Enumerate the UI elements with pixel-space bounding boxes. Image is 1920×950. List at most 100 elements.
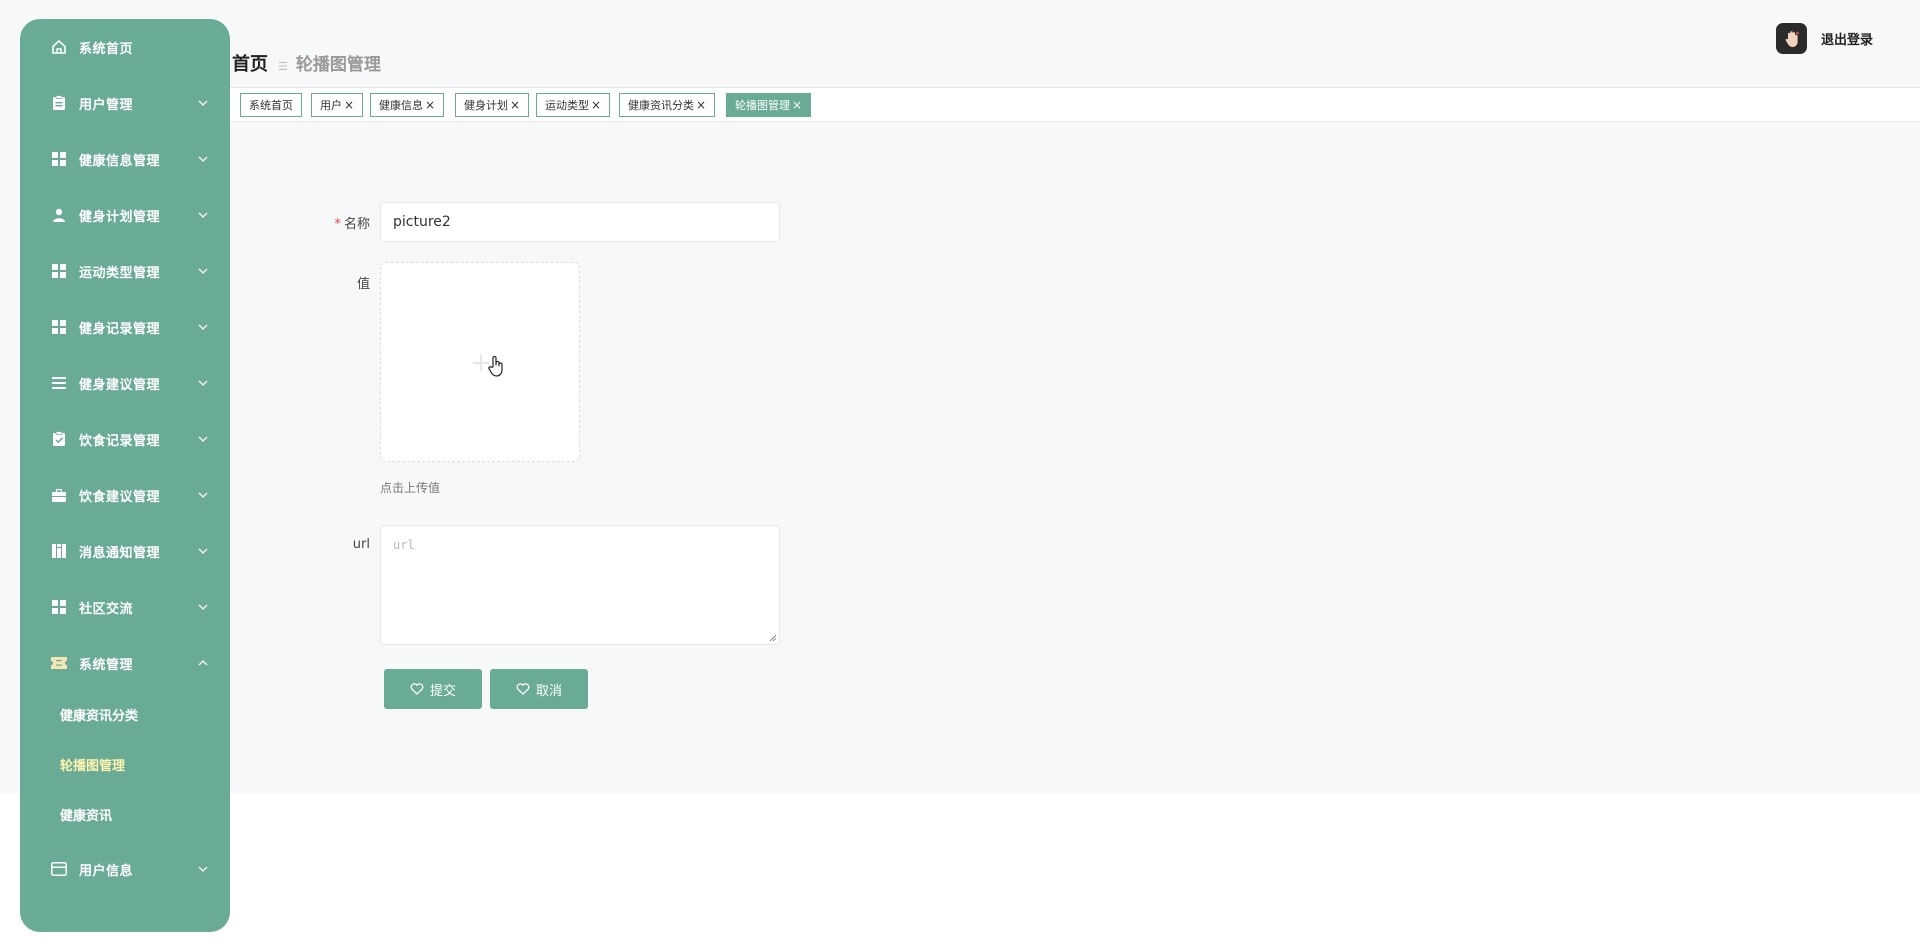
sidebar-subitem-label: 健康资讯分类 (60, 708, 139, 724)
tag-label: 健康信息 (379, 99, 423, 112)
breadcrumb-home[interactable]: 首页 (232, 50, 268, 76)
value-field-label: 值 (356, 277, 370, 292)
sidebar-item-label: 用户信息 (79, 863, 134, 879)
submit-button[interactable]: 提交 (384, 669, 482, 709)
upload-tip: 点击上传值 (380, 481, 441, 495)
breadcrumb-current: 轮播图管理 (295, 55, 381, 75)
breadcrumb: 首页 ☰ 轮播图管理 (232, 50, 381, 76)
sidebar-item-notifications[interactable]: 消息通知管理 (20, 531, 230, 571)
sidebar-item-user-info[interactable]: 用户信息 (20, 849, 230, 889)
logout-button[interactable]: 退出登录 (1776, 23, 1873, 54)
tag-carousel-management[interactable]: 轮播图管理 × (726, 93, 812, 117)
tag-label: 轮播图管理 (735, 99, 790, 112)
chevron-down-icon (198, 212, 208, 218)
tag-home[interactable]: 系统首页 (240, 93, 302, 117)
tag-user[interactable]: 用户 × (311, 93, 364, 117)
sidebar-item-user-management[interactable]: 用户管理 (20, 83, 230, 123)
chevron-down-icon (198, 548, 208, 554)
resize-grip-icon[interactable] (769, 634, 777, 642)
home-icon (51, 39, 67, 55)
close-icon[interactable]: × (591, 99, 601, 111)
submit-label: 提交 (429, 683, 456, 699)
name-input[interactable]: picture2 (380, 202, 780, 242)
sidebar-item-label: 健身记录管理 (79, 321, 161, 337)
name-input-value: picture2 (393, 214, 451, 230)
chevron-down-icon (198, 866, 208, 872)
sidebar: 系统首页 用户管理 健康信息管理 健身计划管理 运动类型管理 健身记录管理 健身… (20, 19, 230, 932)
sidebar-item-fitness-advice[interactable]: 健身建议管理 (20, 363, 230, 403)
tag-label: 系统首页 (249, 99, 293, 112)
tags-bar: 系统首页 用户 × 健康信息 × 健身计划 × 运动类型 × 健康资讯分类 × 轮播图管理… (230, 87, 1920, 122)
tag-fitness-plan[interactable]: 健身计划 × (455, 93, 530, 117)
tag-exercise-type[interactable]: 运动类型 × (536, 93, 611, 117)
chevron-down-icon (198, 436, 208, 442)
sidebar-item-fitness-record[interactable]: 健身记录管理 (20, 307, 230, 347)
tag-label: 运动类型 (545, 99, 589, 112)
list-icon (51, 375, 67, 391)
grid-icon (51, 319, 67, 335)
sidebar-item-label: 健身建议管理 (79, 377, 161, 393)
tag-health-info[interactable]: 健康信息 × (370, 93, 445, 117)
chevron-down-icon (198, 380, 208, 386)
avatar (1776, 23, 1807, 54)
clipboard-check-icon (51, 431, 67, 447)
chevron-down-icon (198, 604, 208, 610)
logout-label: 退出登录 (1821, 33, 1874, 48)
name-field-label: * 名称 (334, 217, 370, 232)
close-icon[interactable]: × (510, 99, 520, 111)
image-upload-area[interactable] (380, 262, 580, 462)
close-icon[interactable]: × (425, 99, 435, 111)
close-icon[interactable]: × (792, 99, 802, 111)
grid-icon (51, 599, 67, 615)
grid-icon (51, 263, 67, 279)
cancel-button[interactable]: 取消 (490, 669, 588, 709)
heart-icon (516, 682, 530, 696)
sidebar-item-label: 饮食记录管理 (79, 433, 161, 449)
url-textarea[interactable]: url (380, 525, 780, 645)
url-placeholder: url (393, 538, 415, 552)
chevron-down-icon (198, 100, 208, 106)
sidebar-item-community[interactable]: 社区交流 (20, 587, 230, 627)
sidebar-item-home[interactable]: 系统首页 (20, 27, 230, 67)
sidebar-subitem-label: 健康资讯 (60, 808, 113, 824)
chevron-down-icon (198, 156, 208, 162)
chevron-down-icon (198, 268, 208, 274)
sidebar-item-label: 系统管理 (79, 657, 134, 673)
grid-icon (51, 151, 67, 167)
sidebar-item-system-management[interactable]: 系统管理 (20, 643, 230, 683)
sidebar-item-label: 社区交流 (79, 601, 134, 617)
hand-cursor-icon (488, 356, 503, 377)
sidebar-item-fitness-plan[interactable]: 健身计划管理 (20, 195, 230, 235)
tag-health-news-category[interactable]: 健康资讯分类 × (619, 93, 716, 117)
tag-label: 健康资讯分类 (628, 99, 694, 112)
chevron-up-icon (198, 660, 208, 666)
sidebar-item-label: 用户管理 (79, 97, 134, 113)
tag-label: 健身计划 (464, 99, 508, 112)
sidebar-item-health-info[interactable]: 健康信息管理 (20, 139, 230, 179)
sidebar-item-diet-advice[interactable]: 饮食建议管理 (20, 475, 230, 515)
heart-icon (410, 682, 424, 696)
chevron-down-icon (198, 492, 208, 498)
sidebar-item-label: 健身计划管理 (79, 209, 161, 225)
close-icon[interactable]: × (696, 99, 706, 111)
url-field-label: url (352, 537, 370, 552)
sidebar-item-label: 健康信息管理 (79, 153, 161, 169)
close-icon[interactable]: × (344, 99, 354, 111)
sidebar-subitem-carousel-management[interactable]: 轮播图管理 (20, 746, 230, 782)
sidebar-subitem-label: 轮播图管理 (60, 758, 126, 774)
card-icon (51, 861, 67, 877)
sidebar-item-diet-record[interactable]: 饮食记录管理 (20, 419, 230, 459)
breadcrumb-separator-icon: ☰ (278, 60, 288, 73)
sidebar-subitem-health-news-category[interactable]: 健康资讯分类 (20, 696, 230, 732)
sidebar-item-exercise-type[interactable]: 运动类型管理 (20, 251, 230, 291)
person-icon (51, 207, 67, 223)
clipboard-icon (51, 95, 67, 111)
chevron-down-icon (198, 324, 208, 330)
sidebar-subitem-health-news[interactable]: 健康资讯 (20, 796, 230, 832)
book-icon (51, 543, 67, 559)
briefcase-icon (51, 487, 67, 503)
sidebar-item-label: 系统首页 (79, 41, 134, 57)
sidebar-item-label: 饮食建议管理 (79, 489, 161, 505)
tag-label: 用户 (320, 99, 342, 112)
hand-avatar-icon (1785, 30, 1799, 47)
